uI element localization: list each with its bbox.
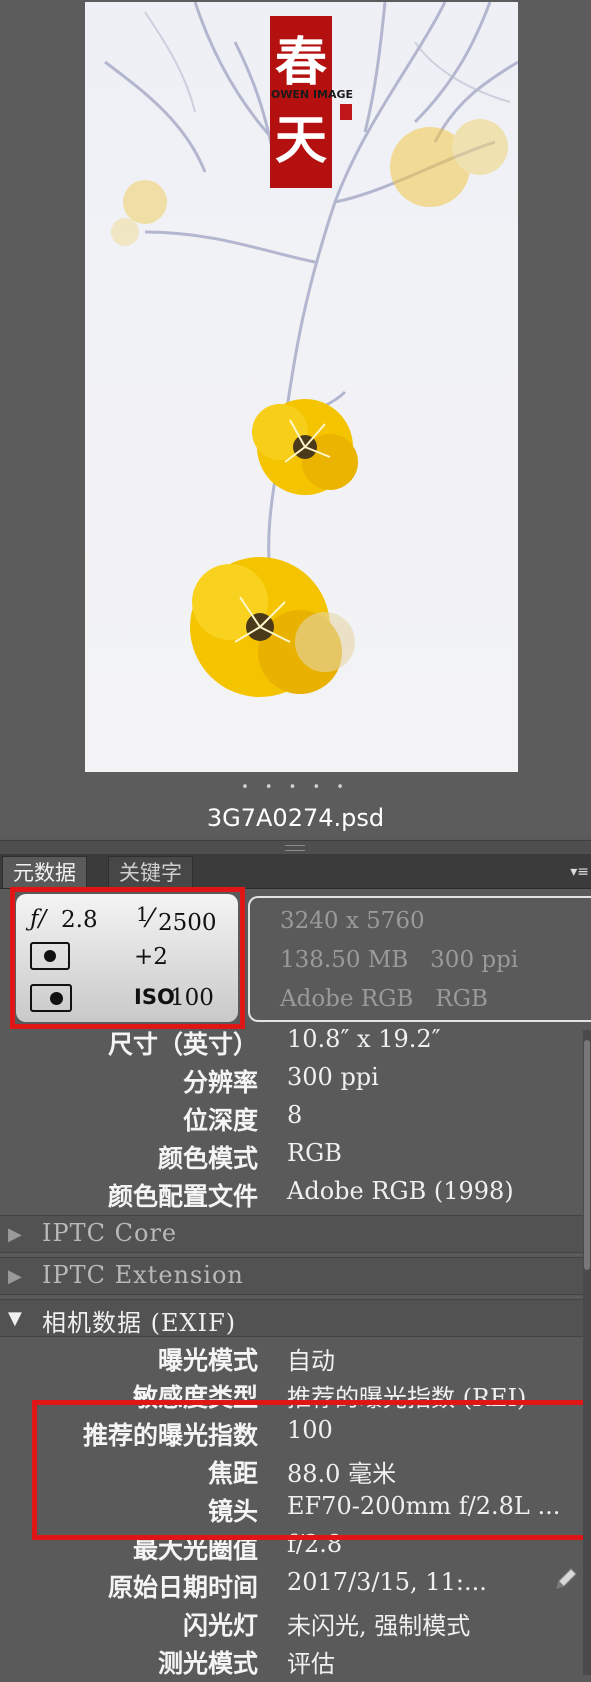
- exif-value: 评估: [287, 1650, 335, 1678]
- exif-row-flash: 闪光灯 未闪光, 强制模式: [0, 1606, 583, 1644]
- aperture-value: 2.8: [61, 907, 98, 933]
- exposure-comp-icon: [30, 942, 70, 970]
- exif-value: 100: [287, 1416, 333, 1444]
- exif-row-max-aperture: 最大光圈值 f/2.8: [0, 1530, 583, 1568]
- prop-row-resolution: 分辨率 300 ppi: [0, 1063, 583, 1101]
- exposure-summary: ƒ/ 2.8 1 ⁄ 2500 +2 ISO 100: [16, 894, 238, 1022]
- exif-label: 推荐的曝光指数: [82, 1421, 258, 1450]
- exif-row-original-datetime: 原始日期时间 2017/3/15, 11:...: [0, 1568, 583, 1606]
- tab-bar: 元数据 关键字 ▾≡: [0, 854, 591, 889]
- prop-label: 尺寸（英寸）: [107, 1030, 258, 1059]
- exif-value[interactable]: 2017/3/15, 11:...: [287, 1568, 487, 1596]
- pencil-icon[interactable]: [553, 1566, 579, 1592]
- exif-label: 闪光灯: [182, 1611, 258, 1640]
- section-title: IPTC Core: [42, 1219, 178, 1247]
- prop-label: 颜色模式: [157, 1144, 258, 1173]
- exif-row-lens: 镜头 EF70-200mm f/2.8L ...: [0, 1492, 583, 1530]
- scrollbar[interactable]: [583, 1030, 591, 1675]
- section-title: 相机数据 (EXIF): [42, 1309, 237, 1337]
- prop-row-color-profile: 颜色配置文件 Adobe RGB (1998): [0, 1177, 583, 1215]
- exif-value: EF70-200mm f/2.8L ...: [287, 1492, 561, 1520]
- page-indicator: • • • • •: [241, 780, 350, 795]
- prop-value: 8: [287, 1101, 303, 1129]
- exif-row-metering-mode: 测光模式 评估: [0, 1644, 583, 1682]
- exif-value: f/2.8: [287, 1530, 343, 1558]
- prop-value: Adobe RGB (1998): [287, 1177, 514, 1205]
- photo-preview[interactable]: 春天 OWEN IMAGE: [85, 2, 518, 772]
- prop-label: 位深度: [182, 1106, 258, 1135]
- prop-row-size-inches: 尺寸（英寸） 10.8″ x 19.2″: [0, 1025, 583, 1063]
- exif-value: 88.0 毫米: [287, 1460, 397, 1488]
- panel-splitter[interactable]: [0, 840, 591, 855]
- prop-value: RGB: [287, 1139, 342, 1167]
- prop-value: 300 ppi: [287, 1063, 379, 1091]
- exif-label: 镜头: [207, 1497, 258, 1526]
- file-dimensions: 3240 x 5760: [280, 908, 425, 934]
- prop-row-color-mode: 颜色模式 RGB: [0, 1139, 583, 1177]
- shutter-denominator: 2500: [158, 910, 217, 936]
- camera-iso-icon: [30, 984, 72, 1012]
- section-iptc-extension[interactable]: ▶ IPTC Extension: [0, 1257, 583, 1295]
- scrollbar-thumb[interactable]: [584, 1040, 590, 1270]
- flower-upper: [252, 399, 358, 495]
- exif-label: 原始日期时间: [107, 1573, 258, 1602]
- exif-value: 推荐的曝光指数 (REI): [287, 1384, 527, 1412]
- logo-text: OWEN IMAGE: [270, 88, 354, 101]
- exif-row-sensitivity-type: 敏感度类型 推荐的曝光指数 (REI): [0, 1378, 583, 1416]
- exif-row-recommended-exposure-index: 推荐的曝光指数 100: [0, 1416, 583, 1454]
- file-name: 3G7A0274.psd: [206, 804, 385, 832]
- section-title: IPTC Extension: [42, 1261, 244, 1289]
- triangle-right-icon[interactable]: ▶: [8, 1224, 22, 1245]
- file-color: Adobe RGB RGB: [280, 986, 488, 1012]
- preview-area: 春天 OWEN IMAGE • • • • • 3G7A0274.psd: [0, 0, 591, 838]
- flower-lower: [190, 557, 355, 697]
- panel-menu-icon[interactable]: ▾≡: [570, 864, 589, 880]
- tab-metadata[interactable]: 元数据: [2, 856, 87, 888]
- exif-label: 敏感度类型: [132, 1383, 258, 1412]
- exif-row-exposure-mode: 曝光模式 自动: [0, 1341, 583, 1379]
- prop-row-bit-depth: 位深度 8: [0, 1101, 583, 1139]
- exif-value: 未闪光, 强制模式: [287, 1612, 471, 1640]
- shutter-numerator: 1: [136, 902, 149, 926]
- exposure-comp-value: +2: [134, 944, 168, 970]
- section-iptc-core[interactable]: ▶ IPTC Core: [0, 1215, 583, 1253]
- prop-label: 分辨率: [182, 1068, 258, 1097]
- file-size-ppi: 138.50 MB 300 ppi: [280, 947, 519, 973]
- section-camera-exif[interactable]: ▼ 相机数据 (EXIF): [0, 1299, 583, 1337]
- triangle-down-icon[interactable]: ▼: [8, 1308, 22, 1329]
- exif-row-focal-length: 焦距 88.0 毫米: [0, 1454, 583, 1492]
- exif-value: 自动: [287, 1347, 335, 1375]
- tab-keywords[interactable]: 关键字: [108, 856, 193, 888]
- exif-label: 曝光模式: [157, 1346, 258, 1375]
- iso-label: ISO: [134, 985, 175, 1009]
- triangle-right-icon[interactable]: ▶: [8, 1266, 22, 1287]
- aperture-symbol: ƒ/: [30, 906, 47, 932]
- iso-value: 100: [170, 985, 214, 1011]
- exif-label: 焦距: [207, 1459, 258, 1488]
- prop-value: 10.8″ x 19.2″: [287, 1025, 441, 1053]
- splitter-grip[interactable]: [285, 845, 305, 851]
- logo-chars: 春天: [274, 32, 327, 171]
- exif-label: 最大光圈值: [132, 1535, 258, 1564]
- file-info-box: 3240 x 5760 138.50 MB 300 ppi Adobe RGB …: [248, 896, 591, 1022]
- prop-label: 颜色配置文件: [107, 1182, 258, 1211]
